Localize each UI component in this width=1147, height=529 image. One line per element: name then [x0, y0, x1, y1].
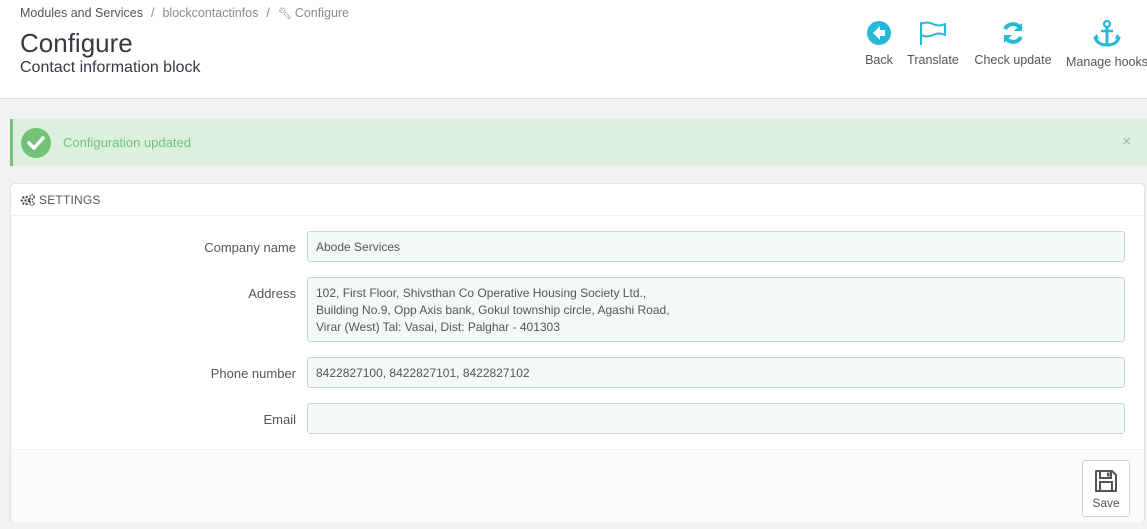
breadcrumb: Modules and Services / blockcontactinfos / 🔧… [20, 6, 349, 20]
page-header: Modules and Services / blockcontactinfos / 🔧… [0, 0, 1147, 99]
panel-heading: SETTINGS [11, 184, 1144, 216]
check-circle-icon [21, 128, 51, 158]
panel-title: SETTINGS [39, 193, 101, 207]
manage-hooks-button[interactable]: Manage hooks [1066, 20, 1147, 69]
breadcrumb-separator: / [266, 6, 270, 20]
email-label: Email [263, 412, 296, 427]
phone-number-input[interactable] [307, 357, 1125, 388]
breadcrumb-item-module[interactable]: blockcontactinfos [162, 6, 258, 20]
translate-button[interactable]: Translate [905, 20, 961, 67]
anchor-icon [1093, 20, 1121, 47]
breadcrumb-item-configure: Configure [294, 6, 350, 20]
back-arrow-icon [867, 21, 891, 45]
back-label: Back [865, 53, 893, 67]
address-label: Address [248, 286, 296, 301]
translate-label: Translate [907, 53, 959, 67]
cogs-icon [20, 193, 36, 207]
breadcrumb-item-modules[interactable]: Modules and Services [20, 6, 143, 20]
save-button[interactable]: Save [1082, 460, 1130, 517]
success-alert: Configuration updated × [10, 119, 1147, 166]
breadcrumb-separator: / [150, 6, 155, 20]
flag-icon [920, 21, 946, 45]
wrench-icon: 🔧︎ [277, 8, 292, 20]
settings-panel: SETTINGS Company name Address 102, First… [10, 183, 1145, 523]
phone-label: Phone number [210, 366, 296, 381]
panel-footer: Save [11, 449, 1144, 523]
company-label: Company name [204, 240, 296, 255]
alert-message: Configuration updated [63, 135, 191, 150]
floppy-disk-icon [1095, 470, 1117, 492]
email-input[interactable] [307, 403, 1125, 434]
page-subtitle: Contact information block [20, 59, 201, 76]
save-label: Save [1092, 496, 1120, 510]
check-update-button[interactable]: Check update [973, 20, 1053, 67]
company-name-input[interactable] [307, 231, 1125, 262]
manage-hooks-label: Manage hooks [1066, 55, 1147, 69]
close-icon[interactable]: × [1122, 133, 1131, 150]
page-title: Configure [20, 28, 133, 58]
back-button[interactable]: Back [864, 20, 894, 67]
check-update-label: Check update [974, 53, 1052, 67]
refresh-icon [1003, 22, 1023, 44]
address-textarea[interactable]: 102, First Floor, Shivsthan Co Operative… [307, 277, 1125, 342]
